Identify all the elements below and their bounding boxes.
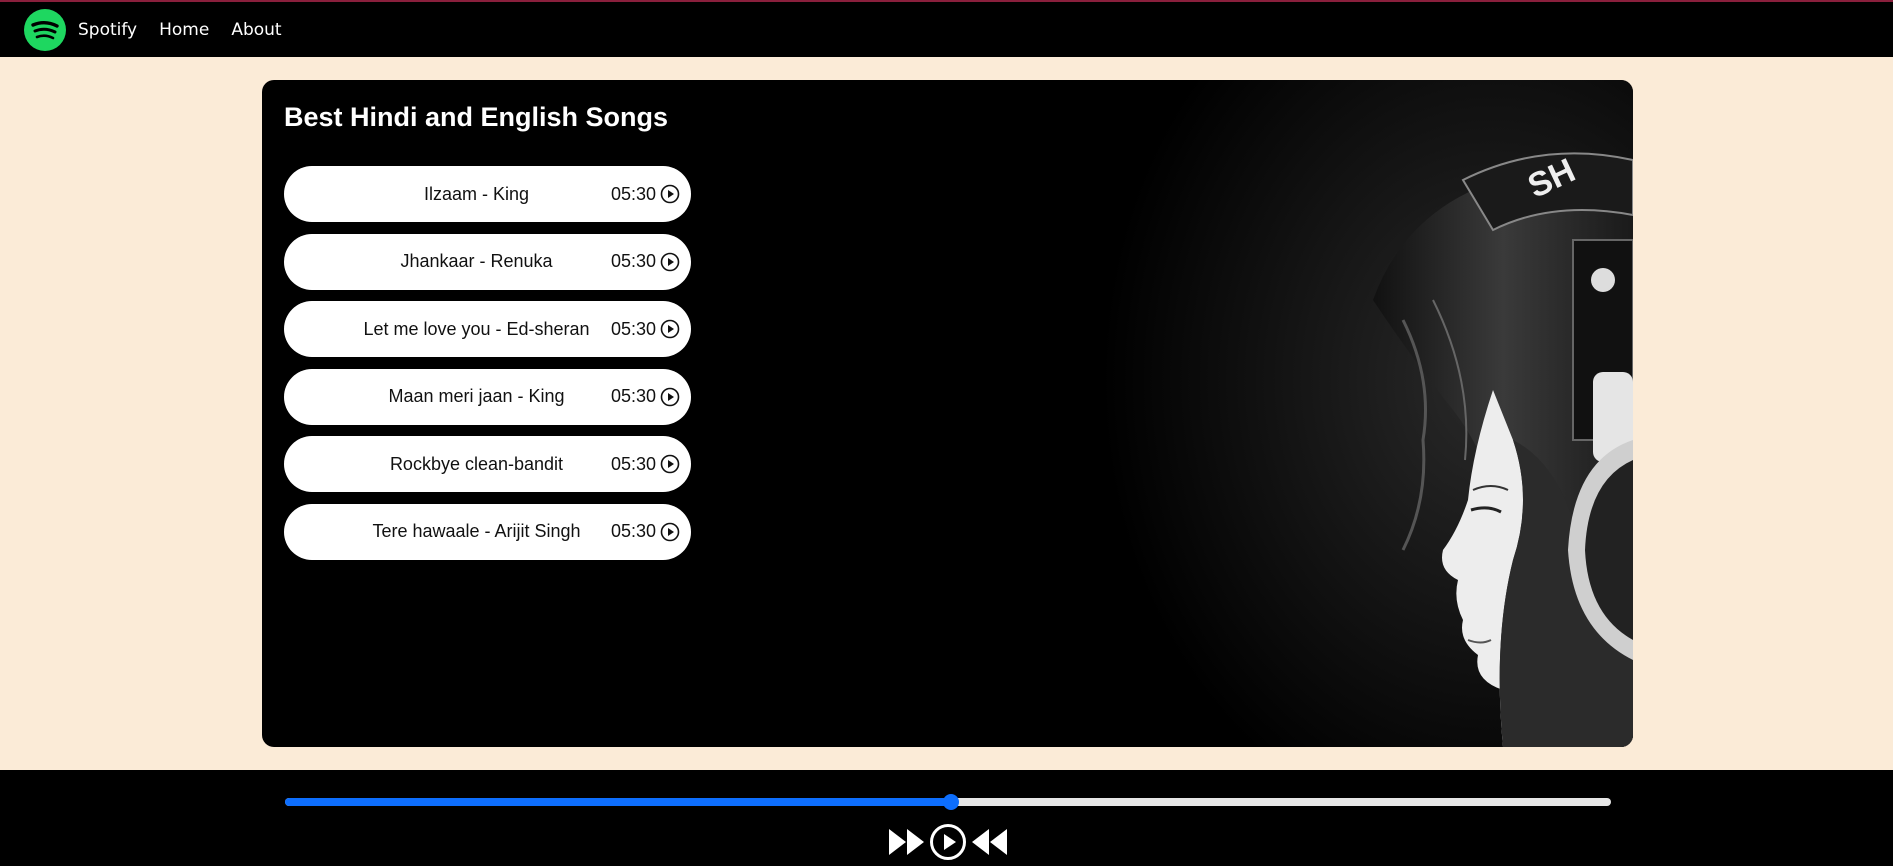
forward-icon[interactable] [887,826,927,858]
progress-fill [285,798,951,806]
song-duration: 05:30 [610,386,656,406]
song-duration: 05:30 [610,251,656,271]
song-item[interactable]: Tere hawaale - Arijit Singh 05:30 [284,503,691,560]
play-circle-icon[interactable] [660,252,680,272]
song-duration-group: 05:30 [611,251,680,272]
songs-container: SH Best Hindi and English Songs Ilzaam -… [262,80,1633,747]
song-duration-group: 05:30 [611,386,680,407]
song-item[interactable]: Maan meri jaan - King 05:30 [284,368,691,425]
song-item[interactable]: Ilzaam - King 05:30 [284,166,691,222]
hero-image: SH [1073,80,1633,747]
song-duration-group: 05:30 [611,454,680,475]
play-circle-icon[interactable] [660,522,680,542]
nav-link-about[interactable]: About [231,20,281,40]
play-icon[interactable] [929,823,967,861]
spotify-logo-icon[interactable] [24,8,66,51]
song-duration-group: 05:30 [611,521,680,542]
page-title: Best Hindi and English Songs [284,102,669,132]
song-duration: 05:30 [610,521,656,541]
song-duration: 05:30 [610,183,656,204]
song-duration: 05:30 [610,453,656,474]
backward-icon[interactable] [969,826,1009,858]
play-circle-icon[interactable] [660,387,680,407]
player-bar [0,770,1893,866]
progress-bar[interactable] [285,794,1611,810]
navbar: Spotify Home About [0,0,1893,57]
song-duration-group: 05:30 [611,184,680,205]
song-duration: 05:30 [610,318,656,339]
song-duration-group: 05:30 [611,319,680,340]
nav-link-home[interactable]: Home [159,20,209,40]
song-item[interactable]: Let me love you - Ed-sheran 05:30 [284,301,691,357]
player-controls [887,822,1009,862]
play-circle-icon[interactable] [660,454,680,474]
play-circle-icon[interactable] [660,184,680,204]
song-item[interactable]: Rockbye clean-bandit 05:30 [284,436,691,492]
song-list: Ilzaam - King 05:30 Jhankaar - Renuka 05… [284,166,691,571]
play-circle-icon[interactable] [660,319,680,339]
nav-brand[interactable]: Spotify [78,20,137,40]
song-item[interactable]: Jhankaar - Renuka 05:30 [284,233,691,290]
progress-thumb[interactable] [942,794,959,810]
